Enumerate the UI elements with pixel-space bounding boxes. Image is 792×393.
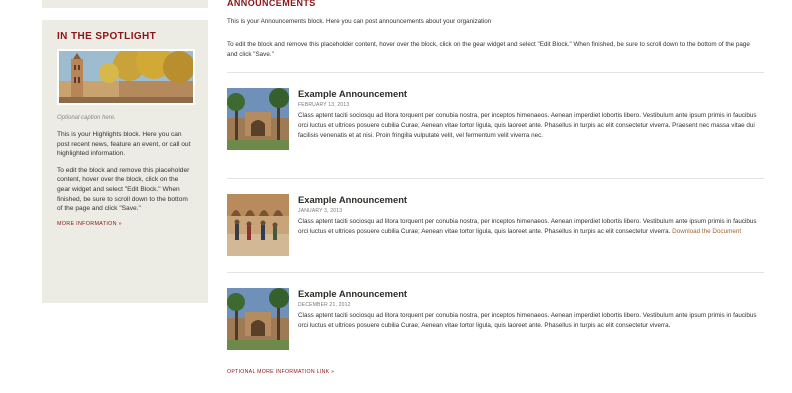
intro-text-1: This is your Announcements block. Here y… [227,18,492,25]
announcement-text: Class aptent taciti sociosqu ad litora t… [298,112,757,140]
divider [227,272,764,273]
announcements-heading: ANNOUNCEMENTS [227,0,316,8]
announcement-title[interactable]: Example Announcement [298,288,764,299]
announcement-date: DECEMBER 21, 2012 [298,302,351,308]
image-caption: Optional caption here. [57,115,116,121]
palm-arch-photo [227,288,289,350]
spotlight-paragraph-2: To edit the block and remove this placeh… [57,166,190,213]
spotlight-block: IN THE SPOTLIGHT Optional caption here. [42,20,208,303]
announcement-body: Example Announcement FEBRUARY 13, 2013 C… [298,88,764,142]
divider [227,178,764,179]
more-information-link[interactable]: MORE INFORMATION » [57,221,193,227]
announcement-date: JANUARY 3, 2013 [298,208,343,214]
palm-arch-photo [227,88,289,150]
announcement-date: FEBRUARY 13, 2013 [298,102,350,108]
announcement-text: Class aptent taciti sociosqu ad litora t… [298,312,757,330]
optional-more-info-link[interactable]: OPTIONAL MORE INFORMATION LINK » [227,369,334,375]
announcement-body: Example Announcement JANUARY 3, 2013 Cla… [298,194,764,237]
announcement-thumbnail[interactable] [227,288,289,350]
announcement-title[interactable]: Example Announcement [298,194,764,205]
spotlight-paragraph-1: This is your Highlights block. Here you … [57,131,191,158]
spotlight-body: This is your Highlights block. Here you … [57,130,193,214]
announcement-text: Class aptent taciti sociosqu ad litora t… [298,217,764,237]
intro-text-2: To edit the block and remove this placeh… [227,41,750,58]
people-courtyard-photo [227,194,289,256]
spotlight-image-frame [57,49,195,105]
spotlight-title: IN THE SPOTLIGHT [57,31,157,42]
announcement-thumbnail[interactable] [227,88,289,150]
announcement-title[interactable]: Example Announcement [298,88,764,99]
announcement-thumbnail[interactable] [227,194,289,256]
campus-tower-photo [59,51,193,103]
divider [227,72,764,73]
spotlight-image[interactable] [59,51,193,103]
announcement-body: Example Announcement DECEMBER 21, 2012 C… [298,288,764,331]
sidebar-top-block [42,0,208,8]
download-document-link[interactable]: Download the Document [672,228,741,235]
